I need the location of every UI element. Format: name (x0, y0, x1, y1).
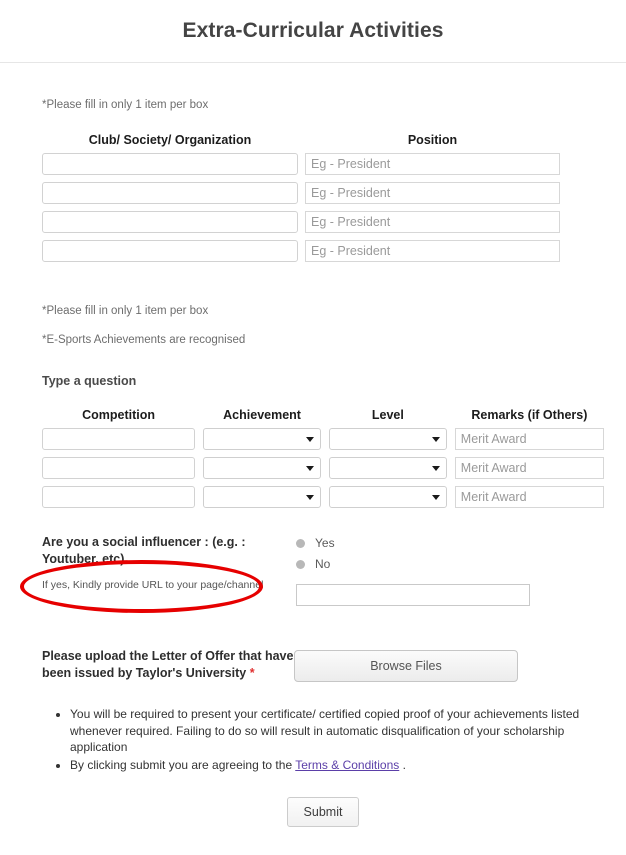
position-input-2[interactable] (305, 182, 560, 205)
type-a-question-label: Type a question (42, 374, 137, 389)
cell-competition-3 (42, 486, 196, 509)
cell-position-1 (305, 153, 560, 176)
page-header: Extra-Curricular Activities (0, 0, 626, 63)
cell-club-4 (42, 240, 298, 263)
cell-level-3 (328, 486, 447, 509)
achievement-select-3[interactable] (203, 486, 321, 509)
cell-remarks-3 (454, 486, 604, 509)
social-influencer-left: Are you a social influencer : (e.g. : Yo… (42, 534, 296, 606)
chevron-down-icon (431, 494, 440, 500)
terms-bullet-list: You will be required to present your cer… (42, 706, 604, 773)
radio-option-no[interactable]: No (296, 557, 530, 571)
table-row (42, 182, 604, 205)
competitions-table: Competition Achievement Level Remarks (i… (42, 408, 604, 509)
list-item: By clicking submit you are agreeing to t… (70, 757, 604, 774)
club-input-1[interactable] (42, 153, 298, 176)
social-influencer-right: Yes No (296, 534, 530, 607)
browse-files-button[interactable]: Browse Files (294, 650, 518, 683)
table-row (42, 153, 604, 176)
cell-remarks-2 (454, 457, 604, 480)
club-input-3[interactable] (42, 211, 298, 234)
competition-input-1[interactable] (42, 428, 196, 451)
terms-and-conditions-link[interactable]: Terms & Conditions (295, 758, 399, 772)
terms-text-suffix: . (399, 757, 406, 772)
column-header-remarks: Remarks (if Others) (471, 408, 588, 423)
achievement-select-2[interactable] (203, 457, 321, 480)
radio-label-no: No (315, 557, 331, 572)
note-one-item-per-box-bottom: *Please fill in only 1 item per box (42, 305, 209, 318)
competition-input-3[interactable] (42, 486, 196, 509)
cell-level-1 (328, 428, 447, 451)
remarks-input-3[interactable] (454, 486, 604, 509)
form-content: *Please fill in only 1 item per box Club… (0, 63, 626, 828)
position-input-4[interactable] (305, 240, 560, 263)
table-row (42, 211, 604, 234)
social-influencer-section: Are you a social influencer : (e.g. : Yo… (42, 534, 604, 607)
table-row (42, 428, 604, 451)
radio-icon (296, 538, 305, 548)
influencer-url-input[interactable] (296, 584, 530, 607)
upload-label: Please upload the Letter of Offer that h… (42, 648, 294, 681)
table-row (42, 457, 604, 480)
cell-position-4 (305, 240, 560, 263)
remarks-input-2[interactable] (454, 457, 604, 480)
upload-label-text: Please upload the Letter of Offer that h… (42, 649, 294, 680)
cell-achievement-3 (203, 486, 321, 509)
position-input-3[interactable] (305, 211, 560, 234)
list-item: You will be required to present your cer… (70, 706, 604, 756)
cell-competition-2 (42, 457, 196, 480)
level-select-3[interactable] (328, 486, 447, 509)
column-header-position: Position (407, 133, 458, 148)
note-one-item-per-box-top: *Please fill in only 1 item per box (42, 99, 209, 111)
chevron-down-icon (305, 465, 314, 471)
table-row (42, 486, 604, 509)
submit-row: Submit (42, 797, 604, 828)
clubs-table-header-row: Club/ Society/ Organization Position (42, 133, 604, 147)
upload-section: Please upload the Letter of Offer that h… (42, 648, 604, 683)
club-input-2[interactable] (42, 182, 298, 205)
cell-achievement-2 (203, 457, 321, 480)
submit-button[interactable]: Submit (286, 797, 360, 828)
cell-club-1 (42, 153, 298, 176)
column-header-achievement: Achievement (223, 408, 301, 423)
form-page: Extra-Curricular Activities *Please fill… (0, 0, 626, 855)
position-input-1[interactable] (305, 153, 560, 176)
cell-position-3 (305, 211, 560, 234)
chevron-down-icon (431, 465, 440, 471)
cell-achievement-1 (203, 428, 321, 451)
table-row (42, 240, 604, 263)
cell-club-3 (42, 211, 298, 234)
remarks-input-1[interactable] (454, 428, 604, 451)
cell-remarks-1 (454, 428, 604, 451)
page-title: Extra-Curricular Activities (182, 19, 444, 42)
column-header-club: Club/ Society/ Organization (88, 133, 252, 148)
level-select-2[interactable] (328, 457, 447, 480)
level-select-1[interactable] (328, 428, 447, 451)
cell-competition-1 (42, 428, 196, 451)
terms-text-prefix: By clicking submit you are agreeing to t… (70, 757, 296, 772)
note-esports: *E-Sports Achievements are recognised (42, 334, 246, 347)
chevron-down-icon (431, 436, 440, 442)
chevron-down-icon (305, 494, 314, 500)
social-influencer-url-hint: If yes, Kindly provide URL to your page/… (42, 579, 264, 592)
competitions-table-header-row: Competition Achievement Level Remarks (i… (42, 408, 604, 422)
radio-label-yes: Yes (315, 536, 335, 551)
cell-club-2 (42, 182, 298, 205)
achievement-select-1[interactable] (203, 428, 321, 451)
chevron-down-icon (305, 436, 314, 442)
radio-option-yes[interactable]: Yes (296, 536, 530, 550)
cell-position-2 (305, 182, 560, 205)
club-input-4[interactable] (42, 240, 298, 263)
radio-icon (296, 559, 305, 569)
competition-input-2[interactable] (42, 457, 196, 480)
clubs-table: Club/ Society/ Organization Position (42, 133, 604, 263)
cell-level-2 (328, 457, 447, 480)
column-header-level: Level (371, 408, 404, 423)
column-header-competition: Competition (82, 408, 156, 423)
social-influencer-question: Are you a social influencer : (e.g. : Yo… (42, 535, 246, 567)
required-asterisk: * (249, 665, 255, 680)
